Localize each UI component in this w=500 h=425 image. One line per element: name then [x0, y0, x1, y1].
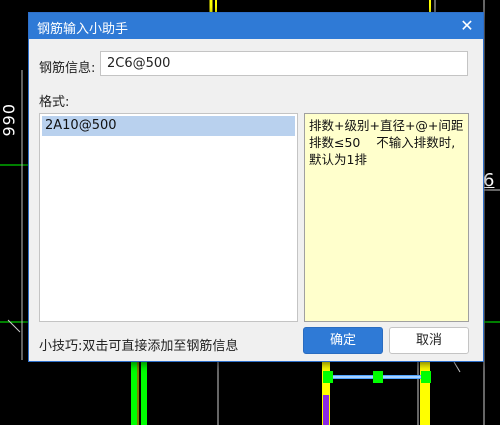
format-hint-box: 排数+级别+直径+@+间距 排数≤50 不输入排数时, 默认为1排 — [304, 113, 469, 322]
hint-line: 排数≤50 不输入排数时, — [309, 135, 456, 150]
list-item[interactable]: 2A10@500 — [42, 116, 295, 136]
cad-line — [453, 361, 461, 373]
format-label: 格式: — [39, 95, 70, 110]
cad-column — [141, 362, 147, 425]
dialog-titlebar[interactable]: 钢筋输入小助手 ✕ — [29, 13, 483, 39]
hint-line: 默认为1排 — [309, 152, 367, 167]
dialog-title: 钢筋输入小助手 — [37, 22, 129, 37]
cad-node — [373, 371, 383, 383]
tip-text: 小技巧:双击可直接添加至钢筋信息 — [39, 339, 239, 354]
cad-purple-bar — [323, 395, 329, 425]
cad-node — [323, 371, 333, 383]
rebar-input-dialog: 钢筋输入小助手 ✕ 钢筋信息: 格式: 2A10@500 排数+级别+直径+@+… — [28, 12, 484, 362]
hint-line: 排数+级别+直径+@+间距 — [309, 118, 464, 133]
ok-button[interactable]: 确定 — [303, 327, 383, 354]
format-list[interactable]: 2A10@500 — [39, 113, 298, 322]
dimension-label-right: 6 — [483, 170, 495, 191]
cad-node — [421, 371, 431, 383]
cad-column — [131, 362, 137, 425]
rebar-info-label: 钢筋信息: — [39, 61, 96, 76]
close-icon[interactable]: ✕ — [457, 16, 477, 36]
dimension-label-left: 990 — [0, 102, 19, 137]
cancel-button[interactable]: 取消 — [389, 327, 469, 354]
rebar-info-input[interactable] — [100, 51, 468, 76]
